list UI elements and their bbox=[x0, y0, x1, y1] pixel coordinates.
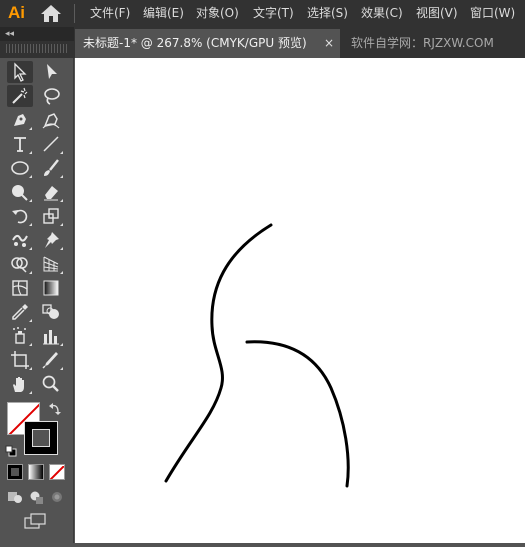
gradient-tool-icon[interactable] bbox=[38, 277, 64, 299]
document-tab-label-inactive: 软件自学网：RJZXW.COM bbox=[351, 36, 494, 50]
draw-normal-icon[interactable] bbox=[7, 489, 23, 505]
draw-behind-icon[interactable] bbox=[28, 489, 44, 505]
symbol-sprayer-tool-icon[interactable] bbox=[7, 325, 33, 347]
artboard-tool-icon[interactable] bbox=[7, 349, 33, 371]
document-tab-label: 未标题-1* @ 267.8% (CMYK/GPU 预览) bbox=[83, 36, 307, 50]
lasso-tool-icon[interactable] bbox=[38, 85, 64, 107]
type-tool-icon[interactable] bbox=[7, 133, 33, 155]
rotate-tool-icon[interactable] bbox=[7, 205, 33, 227]
pen-tool-icon[interactable] bbox=[7, 109, 33, 131]
shaper-tool-icon[interactable] bbox=[7, 181, 33, 203]
selection-tool-icon[interactable] bbox=[7, 61, 33, 83]
document-tab-inactive[interactable]: 软件自学网：RJZXW.COM bbox=[342, 29, 525, 58]
collapse-panel-icon[interactable]: ◂◂ bbox=[5, 28, 14, 40]
ellipse-tool-icon[interactable] bbox=[7, 157, 33, 179]
curve-path-left[interactable] bbox=[164, 223, 273, 483]
slice-tool-icon[interactable] bbox=[38, 349, 64, 371]
tools-panel bbox=[0, 58, 74, 543]
menu-type[interactable]: 文字(T) bbox=[253, 0, 294, 27]
mesh-tool-icon[interactable] bbox=[7, 277, 33, 299]
menu-object[interactable]: 对象(O) bbox=[196, 0, 239, 27]
color-mode-inner bbox=[11, 468, 19, 476]
menu-edit[interactable]: 编辑(E) bbox=[143, 0, 184, 27]
menu-bar: Ai 文件(F) 编辑(E) 对象(O) 文字(T) 选择(S) 效果(C) 视… bbox=[0, 0, 525, 27]
paintbrush-tool-icon[interactable] bbox=[38, 157, 64, 179]
blend-tool-icon[interactable] bbox=[38, 301, 64, 323]
artwork-svg bbox=[164, 223, 350, 488]
color-mode-button[interactable] bbox=[7, 464, 23, 480]
home-icon[interactable] bbox=[40, 4, 62, 23]
perspective-grid-tool-icon[interactable] bbox=[38, 253, 64, 275]
scale-tool-icon[interactable] bbox=[38, 205, 64, 227]
screen-mode-icon[interactable] bbox=[24, 513, 48, 529]
pin-tool-icon[interactable] bbox=[38, 229, 64, 251]
line-segment-tool-icon[interactable] bbox=[38, 133, 64, 155]
menu-window[interactable]: 窗口(W) bbox=[470, 0, 515, 27]
eyedropper-tool-icon[interactable] bbox=[7, 301, 33, 323]
curve-path-right[interactable] bbox=[245, 340, 350, 488]
puppet-warp-tool-icon[interactable] bbox=[7, 229, 33, 251]
stroke-swatch-inner bbox=[32, 429, 50, 447]
menu-select[interactable]: 选择(S) bbox=[307, 0, 348, 27]
menu-file[interactable]: 文件(F) bbox=[90, 0, 130, 27]
artboard-canvas[interactable] bbox=[75, 58, 525, 543]
menu-view[interactable]: 视图(V) bbox=[416, 0, 458, 27]
magic-wand-tool-icon[interactable] bbox=[7, 85, 33, 107]
illustrator-logo: Ai bbox=[8, 3, 25, 22]
close-tab-icon[interactable]: × bbox=[324, 29, 334, 58]
hand-tool-icon[interactable] bbox=[7, 373, 33, 395]
gradient-mode-button[interactable] bbox=[28, 464, 44, 480]
column-graph-tool-icon[interactable] bbox=[38, 325, 64, 347]
menu-separator bbox=[74, 4, 75, 23]
zoom-tool-icon[interactable] bbox=[38, 373, 64, 395]
stroke-swatch[interactable] bbox=[24, 421, 58, 455]
panel-grip[interactable] bbox=[6, 44, 68, 53]
none-mode-button[interactable] bbox=[49, 464, 65, 480]
swap-fill-stroke-icon[interactable] bbox=[49, 401, 61, 415]
default-fill-stroke-icon[interactable] bbox=[5, 442, 17, 457]
direct-selection-tool-icon[interactable] bbox=[38, 61, 64, 83]
shape-builder-tool-icon[interactable] bbox=[7, 253, 33, 275]
eraser-tool-icon[interactable] bbox=[38, 181, 64, 203]
curvature-tool-icon[interactable] bbox=[38, 109, 64, 131]
draw-inside-icon[interactable] bbox=[49, 489, 65, 505]
menu-effect[interactable]: 效果(C) bbox=[361, 0, 403, 27]
document-tab-active[interactable]: 未标题-1* @ 267.8% (CMYK/GPU 预览) × bbox=[75, 29, 340, 58]
